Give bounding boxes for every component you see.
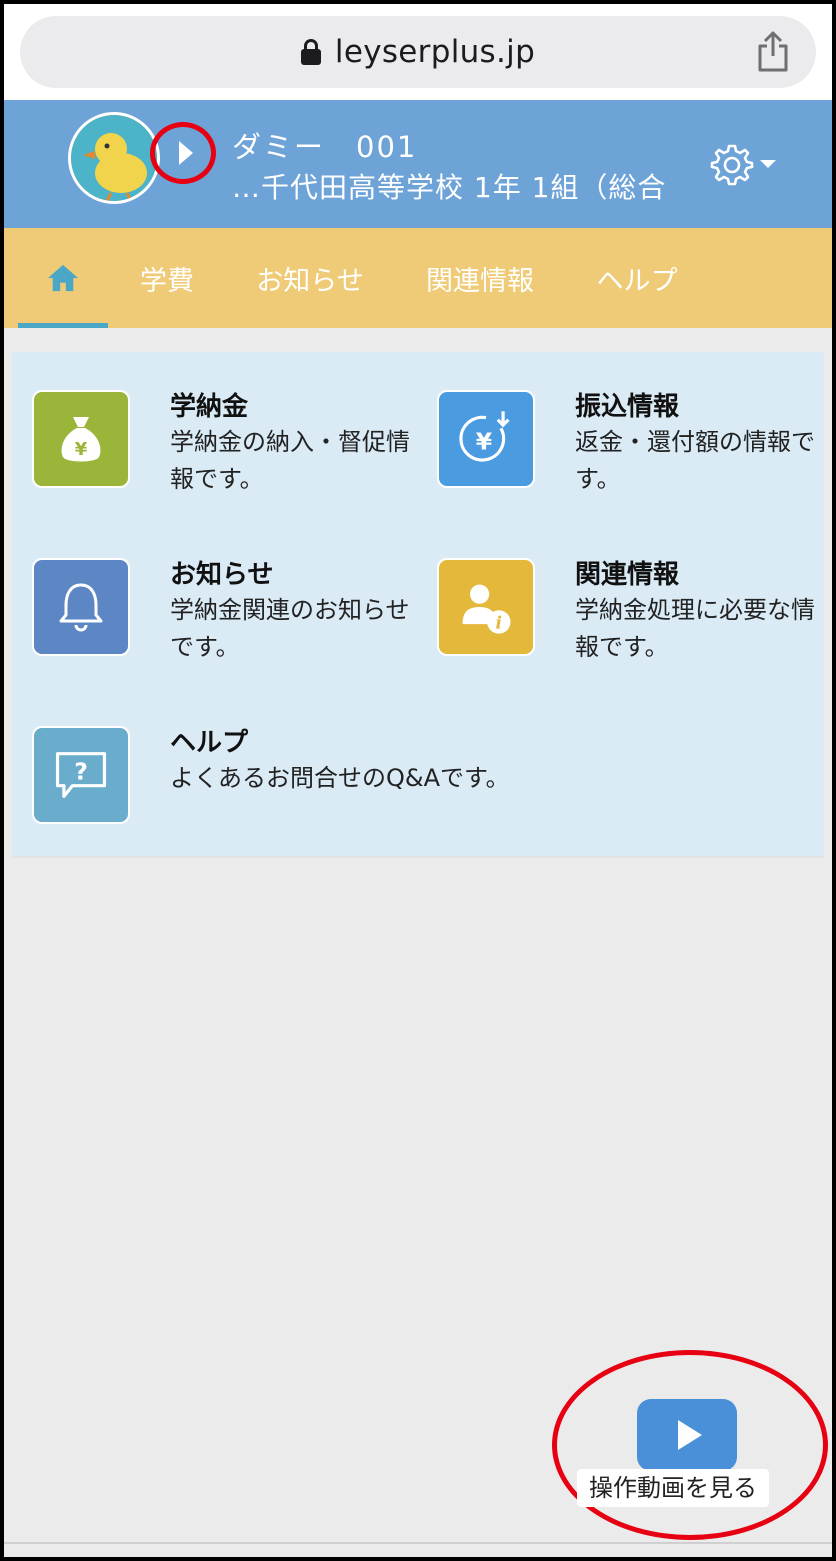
tab-bar: 学費 お知らせ 関連情報 ヘルプ <box>4 228 832 328</box>
browser-bar: leyserplus.jp <box>4 4 832 100</box>
watch-video-button[interactable]: 操作動画を見る <box>552 1350 828 1540</box>
app-frame: leyserplus.jp ダミー 001 …千代田高等学校 1年 1組（総合 … <box>0 0 836 1561</box>
url-text: leyserplus.jp <box>334 34 536 70</box>
person-info-icon: i <box>437 558 535 656</box>
chevron-down-icon <box>760 160 776 168</box>
bell-icon <box>32 558 130 656</box>
user-school: …千代田高等学校 1年 1組（総合 <box>232 171 667 204</box>
tab-news[interactable]: お知らせ <box>240 228 380 328</box>
menu-title: 振込情報 <box>575 392 680 422</box>
avatar[interactable] <box>68 112 160 204</box>
menu-panel: ¥ 学納金 学納金の納入・督促情報です。 ¥ 振込情報 返金・還付額の情報です。 <box>12 352 824 858</box>
menu-desc: 学納金関連のお知らせです。 <box>170 596 410 661</box>
gear-icon <box>710 144 754 186</box>
menu-desc: よくあるお問合せのQ&Aです。 <box>170 764 510 792</box>
yen-refund-icon: ¥ <box>437 390 535 488</box>
divider <box>4 1542 832 1544</box>
tab-fees[interactable]: 学費 <box>122 228 212 328</box>
home-icon <box>48 264 78 292</box>
app-header: ダミー 001 …千代田高等学校 1年 1組（総合 <box>4 100 832 228</box>
question-bubble-icon: ? <box>32 726 130 824</box>
play-icon <box>678 1420 702 1450</box>
profile-expand-button[interactable] <box>150 122 216 184</box>
play-arrow-icon <box>179 141 193 165</box>
address-bar[interactable]: leyserplus.jp <box>20 16 816 88</box>
lock-icon <box>300 39 321 65</box>
tab-related-info[interactable]: 関連情報 <box>410 228 550 328</box>
tab-help[interactable]: ヘルプ <box>582 228 692 328</box>
svg-text:i: i <box>496 613 502 633</box>
menu-desc: 学納金の納入・督促情報です。 <box>170 428 410 493</box>
duck-avatar-icon <box>83 133 147 201</box>
money-bag-icon: ¥ <box>32 390 130 488</box>
share-icon[interactable] <box>756 30 790 72</box>
video-play-button[interactable] <box>637 1399 737 1471</box>
video-label: 操作動画を見る <box>577 1469 769 1507</box>
svg-text:¥: ¥ <box>476 428 493 456</box>
user-name: ダミー 001 <box>232 130 418 164</box>
svg-text:?: ? <box>74 757 88 785</box>
menu-desc: 返金・還付額の情報です。 <box>575 428 815 493</box>
svg-text:¥: ¥ <box>75 439 88 460</box>
settings-menu-button[interactable] <box>710 142 790 186</box>
active-tab-indicator <box>18 323 108 328</box>
menu-title: ヘルプ <box>170 728 249 758</box>
tab-home[interactable] <box>18 228 108 328</box>
menu-desc: 学納金処理に必要な情報です。 <box>575 596 815 661</box>
menu-title: お知らせ <box>170 560 274 590</box>
menu-title: 学納金 <box>170 392 249 422</box>
menu-title: 関連情報 <box>575 560 680 590</box>
